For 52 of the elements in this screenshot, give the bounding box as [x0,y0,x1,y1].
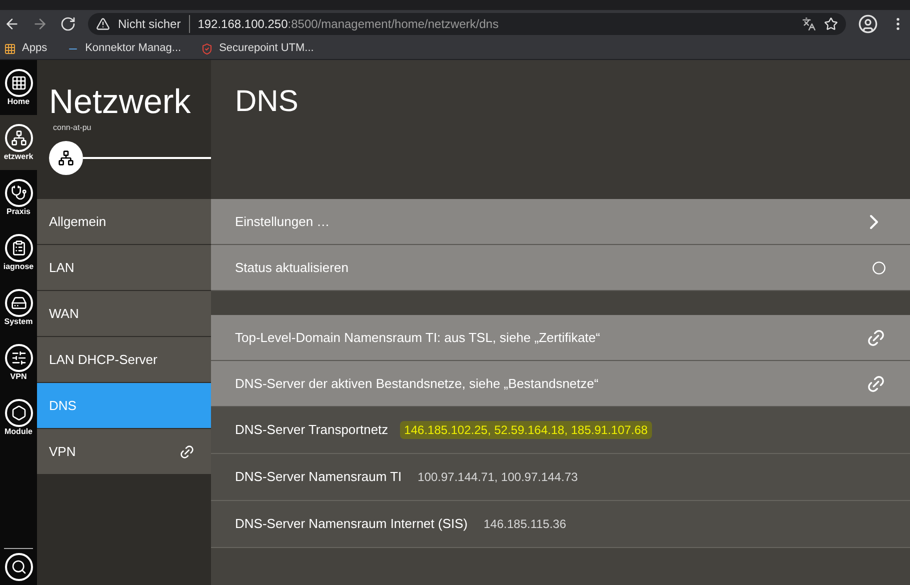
circle-icon [872,260,886,274]
grid-icon [10,74,26,90]
page-title: DNS [235,85,298,118]
profile-icon[interactable] [858,14,878,34]
setting-label: DNS-Server Transportnetz [235,421,388,440]
nav-item[interactable]: LAN DHCP-Server [37,337,211,383]
rail-label: Module [4,426,32,436]
staff-icon [10,184,26,200]
reload-icon[interactable] [60,16,76,32]
hexagon-icon [10,404,26,420]
clipboard-icon [10,240,26,256]
setting-value: 146.185.115.36 [482,516,568,533]
rail-item[interactable]: etzwerk [0,115,37,170]
link-row[interactable]: Top-Level-Domain Namensraum TI: aus TSL, siehe „Zertifikate“ [211,315,910,361]
device-icon [10,294,26,310]
rail-label: Home [7,96,30,106]
network-icon [58,150,74,166]
nav-item[interactable]: VPN [37,429,211,475]
star-icon[interactable] [824,17,838,31]
setting-value: 100.97.144.71, 100.97.144.73 [416,469,579,486]
rail-label: Praxis [6,206,31,216]
sliders-icon [10,350,26,366]
network-icon [10,130,26,146]
bookmark-link[interactable]: Konnektor Manag... [85,40,182,57]
warning-icon [96,17,110,31]
setting-value: 146.185.102.25, 52.59.164.18, 185.91.107.68 [400,421,652,439]
apps-grid-icon [4,42,16,54]
link-row[interactable]: DNS-Server der aktiven Bestandsnetze, siehe „Bestandsnetze“ [211,361,910,407]
device-subtitle: conn-at-pu [53,122,92,134]
rail-label: VPN [10,372,27,382]
action-row[interactable]: Status aktualisieren [211,245,910,291]
nav-item[interactable]: LAN [37,245,211,291]
search-icon [10,559,26,575]
nav-item[interactable]: Allgemein [37,199,211,245]
rail-label: etzwerk [4,152,34,162]
nav-item[interactable]: WAN [37,291,211,337]
action-row[interactable]: Einstellungen … [211,199,910,245]
forward-icon[interactable] [32,16,48,32]
setting-label: DNS-Server Namensraum TI [235,468,402,486]
setting-label: DNS-Server Namensraum Internet (SIS) [235,515,468,534]
shield-icon [201,42,214,54]
back-icon[interactable] [4,16,20,32]
url-text: 192.168.100.250:8500/management/home/netzwerk/dns [198,16,499,33]
rail-label: iagnose [3,262,34,272]
rail-label: System [4,316,33,326]
security-label: Nicht sicher [118,15,190,33]
section-title: Netzwerk [49,82,192,122]
bookmark-link[interactable]: Securepoint UTM... [219,40,314,57]
bookmark-link[interactable]: Apps [22,40,48,57]
address-bar[interactable]: Nicht sicher 192.168.100.250:8500/management/home/netzwerk/dns [88,13,846,35]
search-button[interactable] [4,553,32,581]
translate-icon[interactable] [802,17,816,31]
